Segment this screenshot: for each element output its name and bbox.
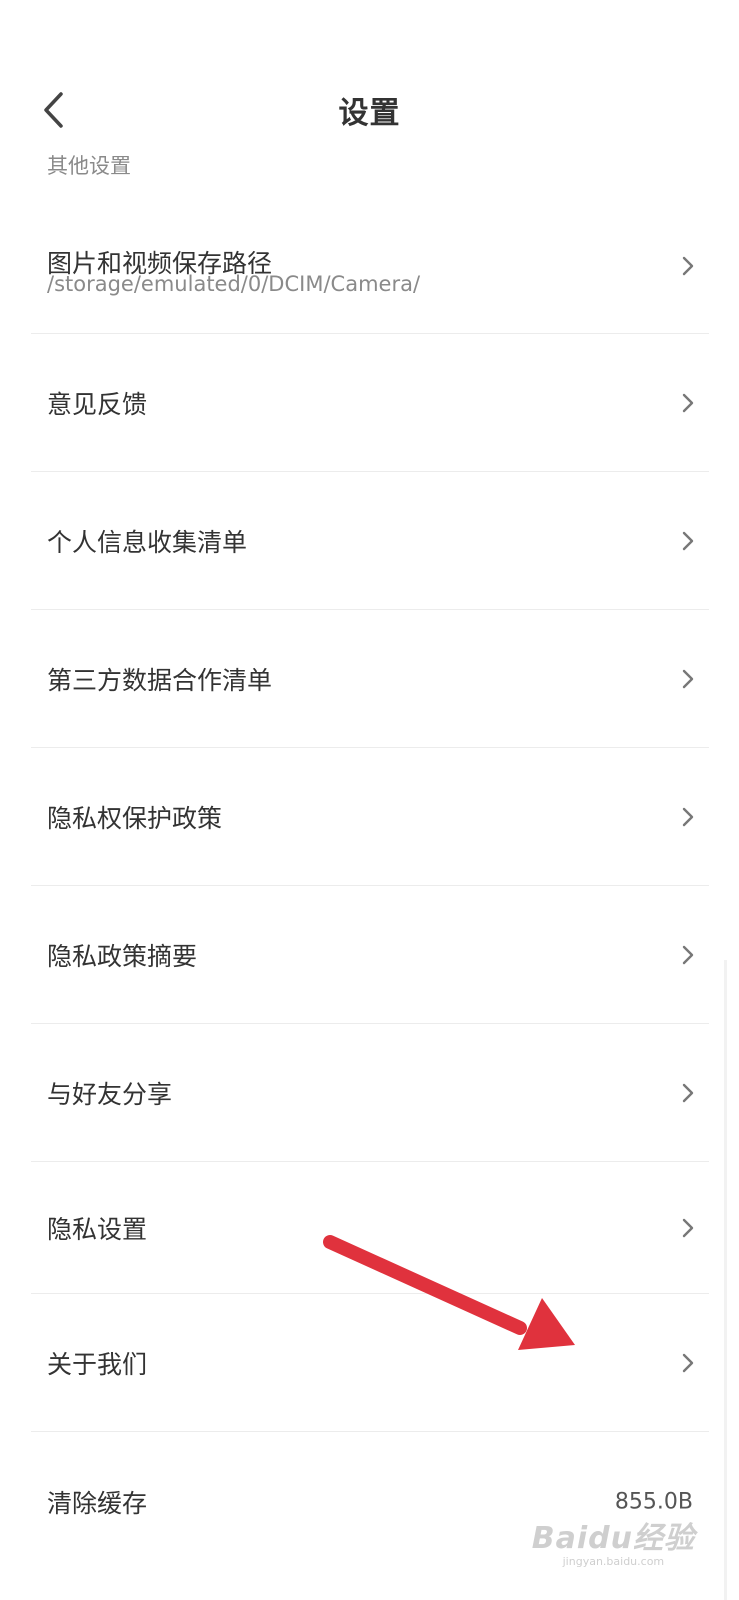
row-save-path[interactable]: 图片和视频保存路径 /storage/emulated/0/DCIM/Camer… (31, 198, 709, 334)
row-sub-path: /storage/emulated/0/DCIM/Camera/ (47, 272, 421, 296)
chevron-right-icon (682, 945, 694, 964)
cache-size-value: 855.0B (614, 1489, 693, 1515)
chevron-right-icon (682, 1083, 694, 1102)
row-label: 意见反馈 (47, 389, 148, 419)
settings-list: 图片和视频保存路径 /storage/emulated/0/DCIM/Camer… (31, 198, 709, 1572)
chevron-right-icon (682, 1353, 694, 1372)
row-label: 隐私权保护政策 (47, 803, 223, 833)
row-label: 清除缓存 (47, 1489, 148, 1518)
chevron-right-icon (682, 531, 694, 550)
chevron-right-icon (682, 669, 694, 688)
row-about-us[interactable]: 关于我们 (31, 1294, 709, 1432)
page-title: 设置 (338, 96, 401, 131)
settings-screen: 设置 其他设置 图片和视频保存路径 /storage/emulated/0/DC… (0, 0, 739, 1600)
header-bar: 设置 (0, 70, 739, 150)
row-clear-cache[interactable]: 清除缓存 855.0B (31, 1432, 709, 1572)
row-privacy-summary[interactable]: 隐私政策摘要 (31, 886, 709, 1024)
row-label: 个人信息收集清单 (47, 527, 248, 557)
row-label: 与好友分享 (47, 1079, 173, 1109)
row-privacy-policy[interactable]: 隐私权保护政策 (31, 748, 709, 886)
row-label: 隐私设置 (47, 1214, 148, 1244)
row-label: 第三方数据合作清单 (47, 665, 273, 695)
chevron-right-icon (682, 256, 694, 275)
section-label: 其他设置 (47, 154, 131, 178)
row-third-party-list[interactable]: 第三方数据合作清单 (31, 610, 709, 748)
chevron-right-icon (682, 807, 694, 826)
row-share-with-friends[interactable]: 与好友分享 (31, 1024, 709, 1162)
row-label: 关于我们 (47, 1349, 148, 1379)
scrollbar-track[interactable] (724, 960, 727, 1600)
chevron-right-icon (682, 1218, 694, 1237)
row-feedback[interactable]: 意见反馈 (31, 334, 709, 472)
row-personal-info-list[interactable]: 个人信息收集清单 (31, 472, 709, 610)
row-privacy-settings[interactable]: 隐私设置 (31, 1162, 709, 1294)
chevron-right-icon (682, 393, 694, 412)
row-label: 隐私政策摘要 (47, 941, 198, 971)
